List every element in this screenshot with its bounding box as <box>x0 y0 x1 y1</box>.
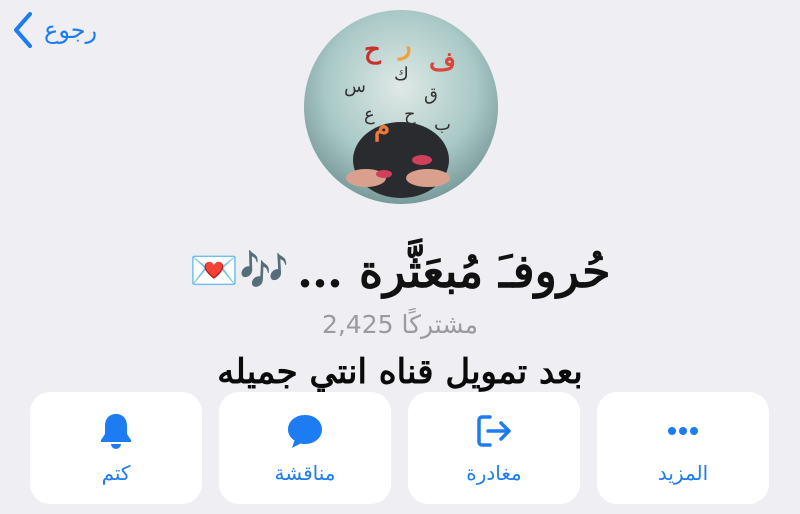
svg-text:ح: ح <box>404 104 416 125</box>
mute-label: كتم <box>101 461 131 485</box>
svg-text:ب: ب <box>434 114 451 135</box>
svg-text:س: س <box>344 76 366 97</box>
mute-button[interactable]: كتم <box>30 392 202 504</box>
subscriber-count: 2,425 مشتركًا <box>321 310 479 339</box>
chat-bubble-icon <box>288 415 322 448</box>
bell-icon <box>101 414 131 449</box>
svg-text:ق: ق <box>424 84 438 105</box>
leave-label: مغادرة <box>466 461 522 485</box>
svg-text:م: م <box>374 112 390 142</box>
back-label: رجوع <box>44 16 98 44</box>
discussion-label: مناقشة <box>274 461 336 485</box>
chevron-left-icon <box>14 12 32 48</box>
more-label: المزيد <box>657 461 709 485</box>
action-bar: المزيد مغادرة مناقشة كتم <box>30 392 770 504</box>
svg-text:ﻑ: ﻑ <box>429 47 456 77</box>
channel-title: 💌🎶 حُروفـَ مُبعَثَّرة … <box>0 244 800 298</box>
channel-avatar[interactable]: سقع بكح ﺡ ﺭ ﻑ م <box>304 10 498 204</box>
avatar-image: س قع بكح ﺡ ﺭ ﻑ م <box>304 10 498 204</box>
svg-text:ﺭ: ﺭ <box>397 31 412 61</box>
svg-text:ك: ك <box>394 64 409 85</box>
more-icon <box>668 427 698 435</box>
discussion-button[interactable]: مناقشة <box>219 392 391 504</box>
channel-name: حُروفـَ مُبعَثَّرة … <box>297 244 611 298</box>
leave-button[interactable]: مغادرة <box>408 392 580 504</box>
overlay-caption: بعد تمويل قناه انتي جميله <box>217 352 583 392</box>
title-emoji: 💌🎶 <box>189 248 289 294</box>
leave-icon <box>477 415 511 447</box>
svg-text:ﺡ: ﺡ <box>364 35 382 65</box>
back-button[interactable]: رجوع <box>12 10 97 50</box>
more-button[interactable]: المزيد <box>597 392 769 504</box>
